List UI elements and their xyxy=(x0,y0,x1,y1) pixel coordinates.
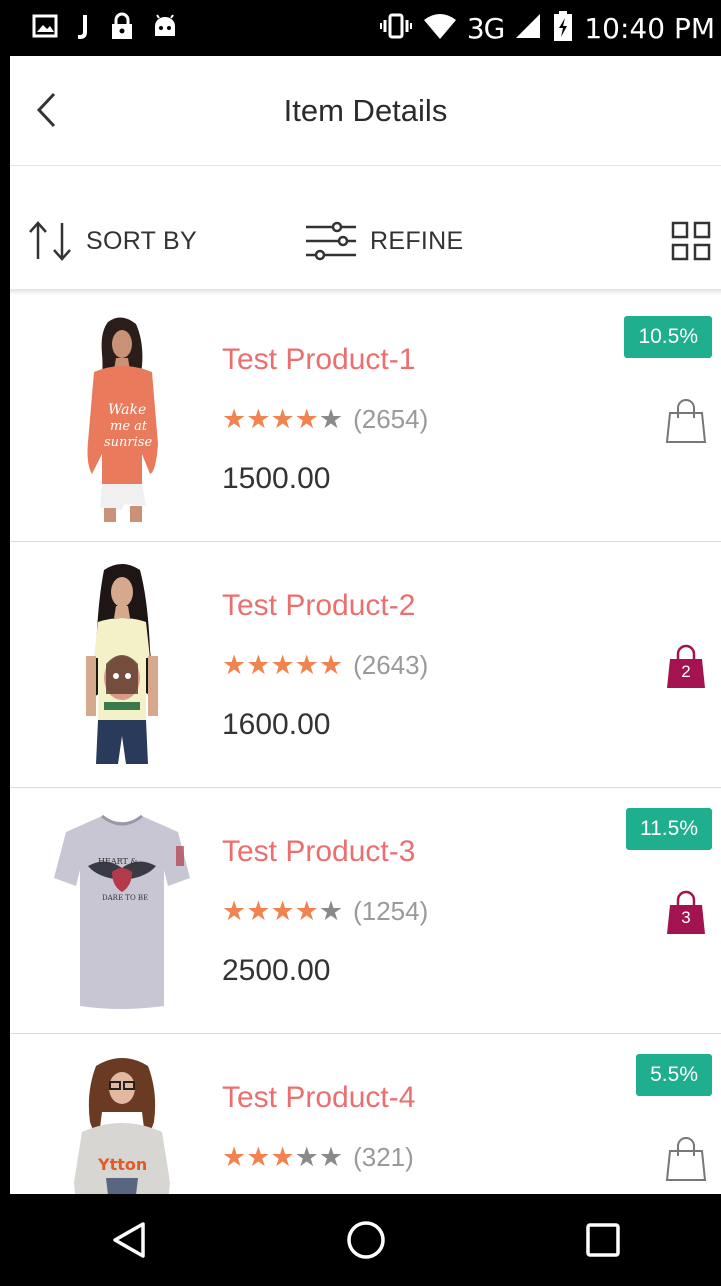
sort-arrows-icon xyxy=(29,221,71,261)
review-count: (2643) xyxy=(353,650,429,680)
clock: 10:40 PM xyxy=(584,11,715,45)
product-price: 1500.00 xyxy=(222,462,331,495)
nav-recents-button[interactable] xyxy=(573,1210,633,1270)
vibrate-icon xyxy=(379,12,413,45)
sort-by-button[interactable]: SORT BY xyxy=(26,219,197,263)
product-row[interactable]: Wake me at sunrise Test Product-1 ★★★★★ … xyxy=(10,296,721,542)
product-name[interactable]: Test Product-2 xyxy=(222,589,415,623)
square-recents-icon xyxy=(585,1223,620,1257)
product-image-4[interactable]: Ytton xyxy=(46,1052,196,1194)
refine-label: REFINE xyxy=(370,226,464,255)
star-empty-icon: ★ xyxy=(294,1142,319,1173)
star-rating: ★★★★★ xyxy=(222,896,343,927)
nav-home-button[interactable] xyxy=(336,1210,396,1270)
svg-text:me at: me at xyxy=(110,419,148,434)
svg-text:sunrise: sunrise xyxy=(104,435,152,450)
shopping-bag-outline-icon xyxy=(665,1137,707,1181)
star-empty-icon: ★ xyxy=(318,896,344,927)
cart-quantity: 2 xyxy=(681,662,691,681)
svg-text:Ytton: Ytton xyxy=(97,1155,147,1174)
star-empty-icon: ★ xyxy=(318,404,344,435)
triangle-back-icon xyxy=(112,1222,145,1258)
battery-charging-icon xyxy=(552,10,574,47)
product-price: 2500.00 xyxy=(222,954,331,987)
star-filled-icon: ★ xyxy=(270,404,295,435)
signal-icon xyxy=(514,12,542,45)
page-title: Item Details xyxy=(283,92,448,128)
app-screen: Item Details SORT BY REFINE Wake me at s… xyxy=(10,56,721,1194)
svg-text:Wake: Wake xyxy=(108,402,146,418)
in-cart-button[interactable]: 2 xyxy=(665,642,707,690)
review-count: (321) xyxy=(353,1142,414,1172)
wifi-icon xyxy=(423,12,457,45)
lock-icon xyxy=(110,12,134,45)
star-rating: ★★★★★ xyxy=(222,650,343,681)
star-filled-icon: ★ xyxy=(318,650,344,681)
star-filled-icon: ★ xyxy=(270,896,295,927)
in-cart-button[interactable]: 3 xyxy=(665,888,707,936)
sliders-icon xyxy=(306,221,356,261)
star-rating: ★★★★★ xyxy=(222,1142,343,1173)
refine-button[interactable]: REFINE xyxy=(304,219,463,263)
android-icon xyxy=(152,13,178,43)
product-row[interactable]: Ytton Test Product-4 ★★★★★ (321) 5.5% xyxy=(10,1034,721,1194)
sort-by-label: SORT BY xyxy=(86,226,197,255)
star-rating: ★★★★★ xyxy=(222,404,343,435)
star-empty-icon: ★ xyxy=(318,1142,344,1173)
star-filled-icon: ★ xyxy=(222,1142,247,1173)
circle-home-icon xyxy=(346,1221,385,1259)
star-filled-icon: ★ xyxy=(294,404,319,435)
discount-badge: 10.5% xyxy=(624,316,712,358)
product-name[interactable]: Test Product-3 xyxy=(222,835,415,869)
image-icon xyxy=(32,14,58,43)
j-app-icon xyxy=(76,13,92,44)
grid-view-button[interactable] xyxy=(671,221,711,261)
system-nav-bar xyxy=(10,1194,721,1286)
star-filled-icon: ★ xyxy=(270,1142,295,1173)
discount-badge: 5.5% xyxy=(636,1054,712,1096)
app-bar: Item Details xyxy=(10,56,721,166)
svg-text:HEART &: HEART & xyxy=(98,857,137,866)
review-count: (1254) xyxy=(353,896,429,926)
product-rating: ★★★★★ (2643) xyxy=(222,650,428,681)
product-price: 1600.00 xyxy=(222,708,331,741)
star-filled-icon: ★ xyxy=(222,404,247,435)
chevron-left-icon xyxy=(36,92,56,128)
shopping-bag-outline-icon xyxy=(665,399,707,443)
review-count: (2654) xyxy=(353,404,429,434)
product-image-1[interactable]: Wake me at sunrise xyxy=(46,314,196,522)
star-filled-icon: ★ xyxy=(246,650,271,681)
star-filled-icon: ★ xyxy=(294,650,319,681)
product-row[interactable]: HEART & DARE TO BE Test Product-3 ★★★★★ … xyxy=(10,788,721,1034)
product-name[interactable]: Test Product-4 xyxy=(222,1081,415,1115)
star-filled-icon: ★ xyxy=(222,650,247,681)
star-filled-icon: ★ xyxy=(246,404,271,435)
back-button[interactable] xyxy=(26,90,66,130)
svg-text:DARE TO BE: DARE TO BE xyxy=(102,894,148,902)
product-rating: ★★★★★ (1254) xyxy=(222,896,428,927)
product-rating: ★★★★★ (2654) xyxy=(222,404,428,435)
product-name[interactable]: Test Product-1 xyxy=(222,343,415,377)
star-filled-icon: ★ xyxy=(270,650,295,681)
star-filled-icon: ★ xyxy=(294,896,319,927)
filter-toolbar: SORT BY REFINE xyxy=(10,206,721,276)
star-filled-icon: ★ xyxy=(246,1142,271,1173)
star-filled-icon: ★ xyxy=(246,896,271,927)
discount-badge: 11.5% xyxy=(626,808,712,850)
product-image-2[interactable] xyxy=(46,560,196,768)
product-image-3[interactable]: HEART & DARE TO BE xyxy=(46,806,196,1014)
star-filled-icon: ★ xyxy=(222,896,247,927)
add-to-cart-button[interactable] xyxy=(665,1134,707,1182)
cart-quantity: 3 xyxy=(681,908,691,927)
status-bar: 3G 10:40 PM xyxy=(10,0,721,56)
add-to-cart-button[interactable] xyxy=(665,396,707,444)
product-rating: ★★★★★ (321) xyxy=(222,1142,414,1173)
product-row[interactable]: Test Product-2 ★★★★★ (2643) 1600.00 2 xyxy=(10,542,721,788)
toolbar-divider xyxy=(10,289,721,295)
network-type: 3G xyxy=(466,11,506,45)
product-list[interactable]: Wake me at sunrise Test Product-1 ★★★★★ … xyxy=(10,296,721,1194)
nav-back-button[interactable] xyxy=(99,1210,159,1270)
grid-view-icon xyxy=(671,221,711,261)
